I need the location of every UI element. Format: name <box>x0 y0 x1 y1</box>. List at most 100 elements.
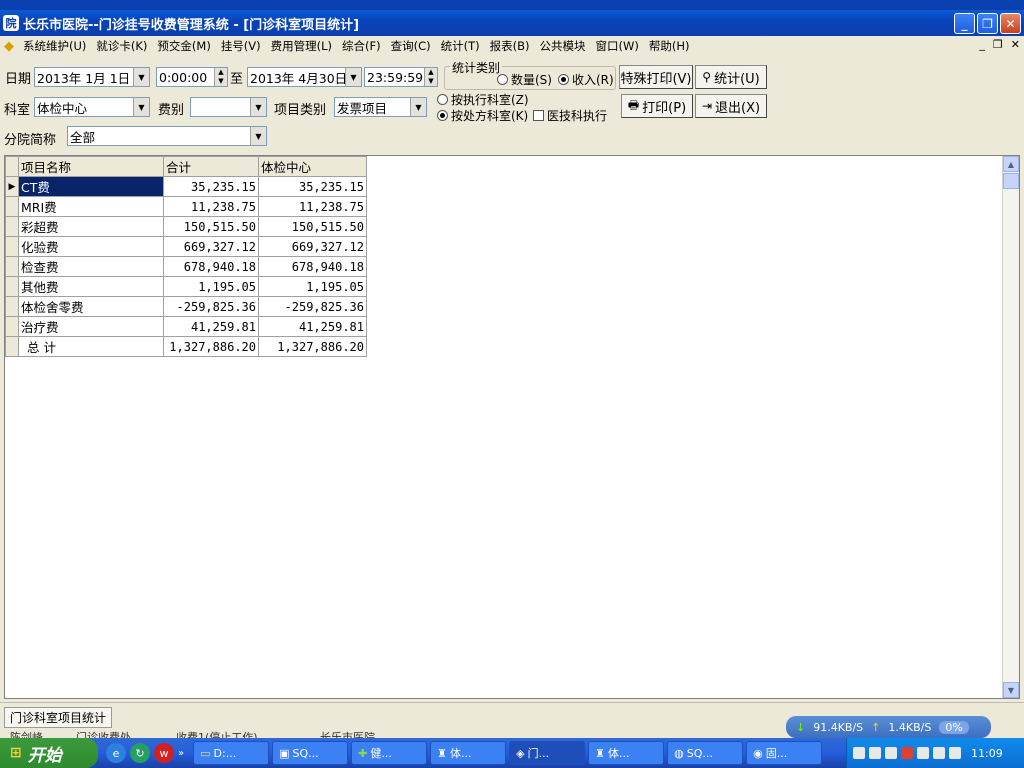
date-to-picker[interactable]: 2013年 4月30日 ▼ <box>247 67 362 87</box>
menu-register[interactable]: 挂号(V) <box>216 38 266 54</box>
cell-total[interactable]: 669,327.12 <box>163 236 259 257</box>
radio-presc-dept[interactable]: 按处方科室(K) <box>437 107 528 124</box>
menu-card[interactable]: 就诊卡(K) <box>91 38 152 54</box>
menu-system[interactable]: 系统维护(U) <box>18 38 91 54</box>
menu-window[interactable]: 窗口(W) <box>591 38 644 54</box>
cell-total[interactable]: 150,515.50 <box>163 216 259 237</box>
spin-icon[interactable]: ▲ ▼ <box>424 68 437 86</box>
table-total-row[interactable]: 总 计 1,327,886.20 1,327,886.20 <box>5 336 367 357</box>
stat-button[interactable]: ⚲ 统计(U) <box>695 65 767 89</box>
chevron-down-icon[interactable]: ▼ <box>250 127 266 145</box>
cell-total[interactable]: 1,327,886.20 <box>163 336 259 357</box>
time-from-spinner[interactable]: 0:00:00 ▲ ▼ <box>156 67 228 87</box>
chevron-down-icon[interactable]: ▼ <box>410 98 426 116</box>
table-row[interactable]: 化验费 669,327.12 669,327.12 <box>5 236 367 257</box>
block-icon[interactable] <box>901 747 913 759</box>
chevron-down-icon[interactable]: ▼ <box>133 98 149 116</box>
mdi-minimize-button[interactable]: _ <box>979 38 985 51</box>
task-exam-1[interactable]: ♜ 体... <box>430 741 507 765</box>
medtech-checkbox[interactable]: 医技科执行 <box>533 107 607 124</box>
task-explorer[interactable]: ▭ D:... <box>193 741 270 765</box>
print-button[interactable]: 🖶 打印(P) <box>621 94 693 118</box>
vertical-scrollbar[interactable]: ▲ ▼ <box>1002 156 1019 698</box>
chevron-down-icon[interactable]: ▼ <box>133 68 149 86</box>
minimize-button[interactable]: _ <box>954 13 975 34</box>
chevron-right-icon[interactable]: » <box>178 748 184 759</box>
task-fixed[interactable]: ◉ 固... <box>746 741 823 765</box>
task-health[interactable]: ✚ 健... <box>351 741 428 765</box>
cell-total[interactable]: 41,259.81 <box>163 316 259 337</box>
cell-item[interactable]: 总 计 <box>18 336 164 357</box>
weibo-icon[interactable]: w <box>154 743 174 763</box>
menu-deposit[interactable]: 预交金(M) <box>152 38 215 54</box>
menu-fee[interactable]: 费用管理(L) <box>266 38 337 54</box>
spin-icon[interactable]: ▲ ▼ <box>214 68 227 86</box>
table-row[interactable]: 其他费 1,195.05 1,195.05 <box>5 276 367 297</box>
special-print-button[interactable]: 特殊打印(V) <box>619 65 693 89</box>
cell-dept[interactable]: 41,259.81 <box>258 316 367 337</box>
col-header-dept[interactable]: 体检中心 <box>258 156 367 177</box>
cell-total[interactable]: 11,238.75 <box>163 196 259 217</box>
cell-total[interactable]: 678,940.18 <box>163 256 259 277</box>
close-button[interactable]: ✕ <box>1000 13 1021 34</box>
task-sql-2[interactable]: ◍ SQ... <box>667 741 744 765</box>
security-icon[interactable] <box>933 747 945 759</box>
scroll-up-icon[interactable]: ▲ <box>1003 156 1019 172</box>
menu-general[interactable]: 综合(F) <box>337 38 386 54</box>
exit-button[interactable]: ⇥ 退出(X) <box>695 94 767 118</box>
network-icon[interactable] <box>949 747 961 759</box>
branch-select[interactable]: 全部 ▼ <box>67 126 267 146</box>
table-row[interactable]: MRI费 11,238.75 11,238.75 <box>5 196 367 217</box>
radio-quantity[interactable]: 数量(S) <box>497 71 552 88</box>
mdi-restore-button[interactable]: ❐ <box>993 38 1003 51</box>
shield-icon[interactable] <box>917 747 929 759</box>
cell-total[interactable]: -259,825.36 <box>163 296 259 317</box>
menu-report[interactable]: 报表(B) <box>485 38 535 54</box>
cell-dept[interactable]: 35,235.15 <box>258 176 367 197</box>
cell-dept[interactable]: 1,327,886.20 <box>258 336 367 357</box>
mdi-close-button[interactable]: ✕ <box>1011 38 1020 51</box>
cell-item[interactable]: 彩超费 <box>18 216 164 237</box>
radio-exec-dept[interactable]: 按执行科室(Z) <box>437 91 529 108</box>
chevron-down-icon[interactable]: ▼ <box>345 68 361 86</box>
table-row[interactable]: 治疗费 41,259.81 41,259.81 <box>5 316 367 337</box>
cell-total[interactable]: 35,235.15 <box>163 176 259 197</box>
table-row[interactable]: 检查费 678,940.18 678,940.18 <box>5 256 367 277</box>
clock[interactable]: 11:09 <box>971 747 1003 760</box>
cell-item[interactable]: 检查费 <box>18 256 164 277</box>
menu-stat[interactable]: 统计(T) <box>436 38 485 54</box>
radio-income[interactable]: 收入(R) <box>558 71 614 88</box>
cell-item[interactable]: 治疗费 <box>18 316 164 337</box>
itemtype-select[interactable]: 发票项目 ▼ <box>334 97 427 117</box>
table-row[interactable]: 彩超费 150,515.50 150,515.50 <box>5 216 367 237</box>
col-header-total[interactable]: 合计 <box>163 156 259 177</box>
monitor-icon[interactable] <box>853 747 865 759</box>
dept-select[interactable]: 体检中心 ▼ <box>34 97 150 117</box>
cell-item[interactable]: 化验费 <box>18 236 164 257</box>
data-grid[interactable]: 项目名称 合计 体检中心 ▶ CT费 35,235.15 35,235.15 MRI费… <box>4 155 1020 699</box>
menu-query[interactable]: 查询(C) <box>386 38 436 54</box>
menu-common[interactable]: 公共模块 <box>535 38 591 54</box>
cell-dept[interactable]: 11,238.75 <box>258 196 367 217</box>
settings-icon[interactable] <box>885 747 897 759</box>
cell-dept[interactable]: -259,825.36 <box>258 296 367 317</box>
browser-icon[interactable]: e <box>106 743 126 763</box>
scroll-thumb[interactable] <box>1003 173 1019 189</box>
fee-select[interactable]: ▼ <box>190 97 267 117</box>
scroll-down-icon[interactable]: ▼ <box>1003 682 1019 698</box>
cell-item[interactable]: 体检舍零费 <box>18 296 164 317</box>
cell-dept[interactable]: 669,327.12 <box>258 236 367 257</box>
task-exam-2[interactable]: ♜ 体... <box>588 741 665 765</box>
cell-dept[interactable]: 1,195.05 <box>258 276 367 297</box>
col-header-item[interactable]: 项目名称 <box>18 156 164 177</box>
cell-total[interactable]: 1,195.05 <box>163 276 259 297</box>
menu-help[interactable]: 帮助(H) <box>644 38 695 54</box>
task-sql-1[interactable]: ▣ SQ... <box>272 741 349 765</box>
cell-item[interactable]: CT费 <box>18 176 164 197</box>
chevron-down-icon[interactable]: ▼ <box>250 98 266 116</box>
restore-button[interactable]: ❐ <box>977 13 998 34</box>
start-button[interactable]: ⊞ 开始 <box>0 738 98 768</box>
table-row[interactable]: ▶ CT费 35,235.15 35,235.15 <box>5 176 367 197</box>
cell-item[interactable]: 其他费 <box>18 276 164 297</box>
tab-dept-item-stat[interactable]: 门诊科室项目统计 <box>4 707 113 728</box>
